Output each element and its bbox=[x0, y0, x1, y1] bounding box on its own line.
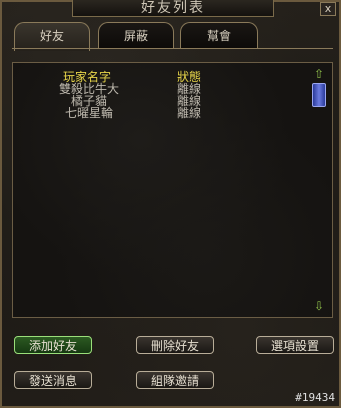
friend-row-name[interactable]: 七曜星輪 bbox=[65, 107, 113, 119]
close-button[interactable]: x bbox=[320, 2, 336, 16]
friend-list-window: 好友列表 x 好友 屏蔽 幫會 玩家名字 狀態 雙殺比牛大 離線 橘子貓 離線 … bbox=[0, 0, 341, 408]
settings-button[interactable]: 選項設置 bbox=[256, 336, 334, 354]
tab-guild[interactable]: 幫會 bbox=[180, 22, 258, 49]
scroll-up-arrow-icon[interactable]: ⇧ bbox=[312, 68, 326, 80]
delete-friend-button[interactable]: 刪除好友 bbox=[136, 336, 214, 354]
footer-id: #19434 bbox=[295, 391, 335, 404]
friend-list-panel: 玩家名字 狀態 雙殺比牛大 離線 橘子貓 離線 七曜星輪 離線 ⇧ ⇩ bbox=[12, 62, 333, 318]
window-title: 好友列表 bbox=[72, 0, 274, 17]
tab-friends[interactable]: 好友 bbox=[14, 22, 90, 51]
scroll-down-arrow-icon[interactable]: ⇩ bbox=[312, 300, 326, 312]
friend-row-status: 離線 bbox=[177, 106, 202, 120]
scrollbar-thumb[interactable] bbox=[312, 83, 326, 107]
tab-divider bbox=[12, 48, 333, 49]
team-invite-button[interactable]: 組隊邀請 bbox=[136, 371, 214, 389]
add-friend-button[interactable]: 添加好友 bbox=[14, 336, 92, 354]
tab-blocked[interactable]: 屏蔽 bbox=[98, 22, 174, 49]
send-message-button[interactable]: 發送消息 bbox=[14, 371, 92, 389]
